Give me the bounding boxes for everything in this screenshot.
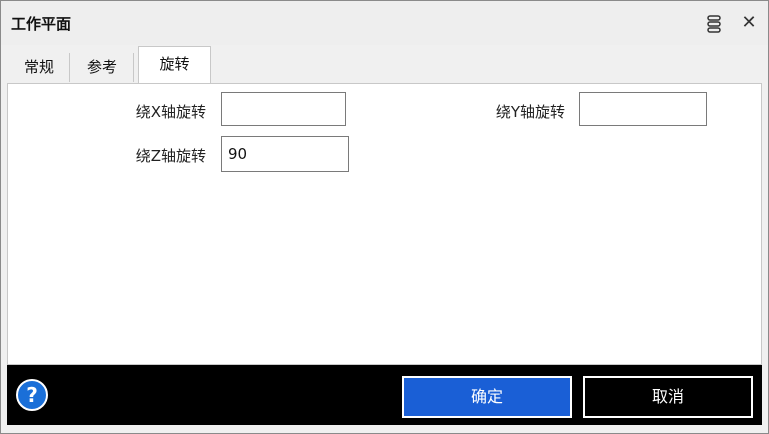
ok-button[interactable]: 确定 bbox=[402, 376, 572, 418]
tab-rotation[interactable]: 旋转 bbox=[138, 46, 211, 84]
rot-x-label: 绕X轴旋转 bbox=[135, 103, 206, 121]
cancel-button[interactable]: 取消 bbox=[583, 376, 753, 418]
menu-icon[interactable] bbox=[707, 15, 721, 33]
tab-general[interactable]: 常规 bbox=[9, 53, 70, 82]
help-icon[interactable]: ? bbox=[16, 379, 48, 411]
window-title: 工作平面 bbox=[11, 15, 72, 33]
dialog-window: 工作平面 ✕ 常规 参考 旋转 绕X轴旋转 绕Y轴旋转 绕Z轴旋转 ? 确定 取… bbox=[0, 0, 769, 434]
rot-y-input[interactable] bbox=[579, 92, 707, 126]
rot-y-label: 绕Y轴旋转 bbox=[495, 103, 565, 121]
rot-z-label: 绕Z轴旋转 bbox=[135, 147, 206, 165]
title-bar: 工作平面 ✕ bbox=[1, 1, 768, 45]
rot-z-input[interactable] bbox=[221, 136, 349, 172]
close-icon[interactable]: ✕ bbox=[737, 11, 761, 35]
rot-x-input[interactable] bbox=[221, 92, 346, 126]
tab-reference[interactable]: 参考 bbox=[71, 53, 134, 82]
